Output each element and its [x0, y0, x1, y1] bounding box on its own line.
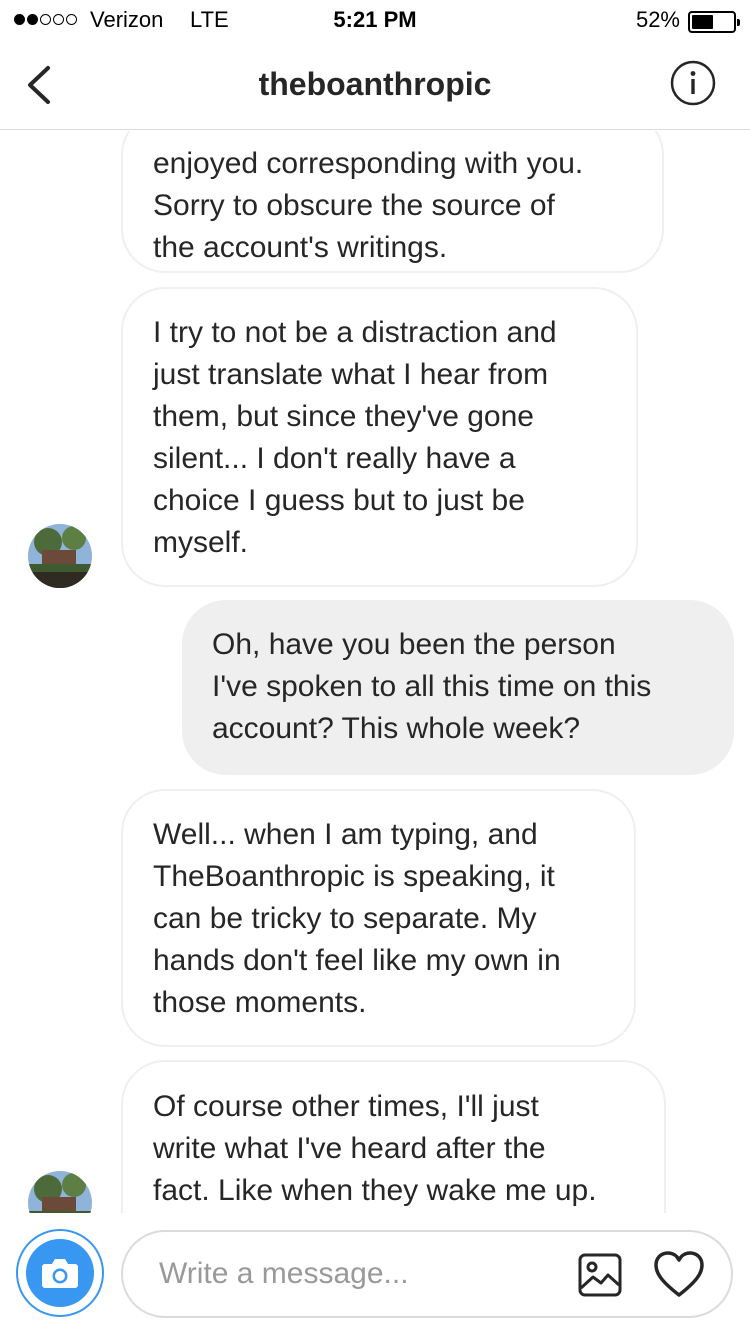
message-bubble-incoming[interactable]: enjoyed corresponding with you. Sorry to… — [121, 131, 664, 273]
message-line: I try to not be a distraction and — [153, 316, 557, 349]
gallery-button[interactable] — [577, 1252, 623, 1298]
message-bubble-incoming[interactable]: Of course other times, I'll just write w… — [121, 1060, 666, 1213]
sender-avatar[interactable] — [28, 1171, 92, 1213]
message-input[interactable] — [159, 1252, 559, 1296]
info-button[interactable] — [670, 60, 716, 106]
battery-percent: 52% — [635, 7, 680, 32]
message-line: I've spoken to all this time on this — [212, 670, 652, 703]
conversation-title[interactable]: theboanthropic — [0, 66, 750, 103]
message-thread[interactable]: enjoyed corresponding with you. Sorry to… — [0, 131, 750, 1213]
message-bubble-incoming[interactable]: Well... when I am typing, and TheBoanthr… — [121, 789, 636, 1047]
message-bubble-incoming[interactable]: I try to not be a distraction and just t… — [121, 287, 638, 587]
message-line: hands don't feel like my own in — [153, 944, 561, 977]
camera-button[interactable] — [16, 1229, 104, 1317]
status-bar: Verizon LTE 5:21 PM 52% — [0, 0, 750, 40]
conversation-header: theboanthropic — [0, 40, 750, 130]
message-line: TheBoanthropic is speaking, it — [153, 860, 555, 893]
message-line: those moments. — [153, 986, 367, 1019]
camera-icon — [42, 1259, 78, 1288]
message-line: them, but since they've gone — [153, 400, 534, 433]
message-line: can be tricky to separate. My — [153, 902, 537, 935]
message-line: silent... I don't really have a — [153, 442, 516, 475]
like-button[interactable] — [653, 1250, 705, 1300]
message-line: write what I've heard after the — [153, 1132, 546, 1165]
message-line: just translate what I hear from — [153, 358, 549, 391]
message-line: fact. Like when they wake me up. — [153, 1174, 597, 1207]
message-line: enjoyed corresponding with you. — [153, 147, 584, 180]
message-line: the account's writings. — [153, 231, 448, 264]
message-input-container — [121, 1230, 733, 1318]
avatar-photo — [28, 524, 92, 588]
info-circle-icon — [670, 60, 716, 106]
heart-icon — [654, 1251, 704, 1297]
battery-icon — [688, 11, 740, 33]
avatar-photo — [28, 1171, 92, 1213]
image-gallery-icon — [578, 1253, 622, 1297]
message-line: Sorry to obscure the source of — [153, 189, 555, 222]
message-line: myself. — [153, 526, 249, 559]
message-line: Well... when I am typing, and — [153, 818, 538, 851]
sender-avatar[interactable] — [28, 524, 92, 588]
message-line: Of course other times, I'll just — [153, 1090, 539, 1123]
message-composer — [0, 1213, 750, 1334]
message-line: account? This whole week? — [212, 712, 580, 745]
message-line: Oh, have you been the person — [212, 628, 616, 661]
message-line: choice I guess but to just be — [153, 484, 525, 517]
message-bubble-outgoing[interactable]: Oh, have you been the person I've spoken… — [182, 600, 734, 775]
